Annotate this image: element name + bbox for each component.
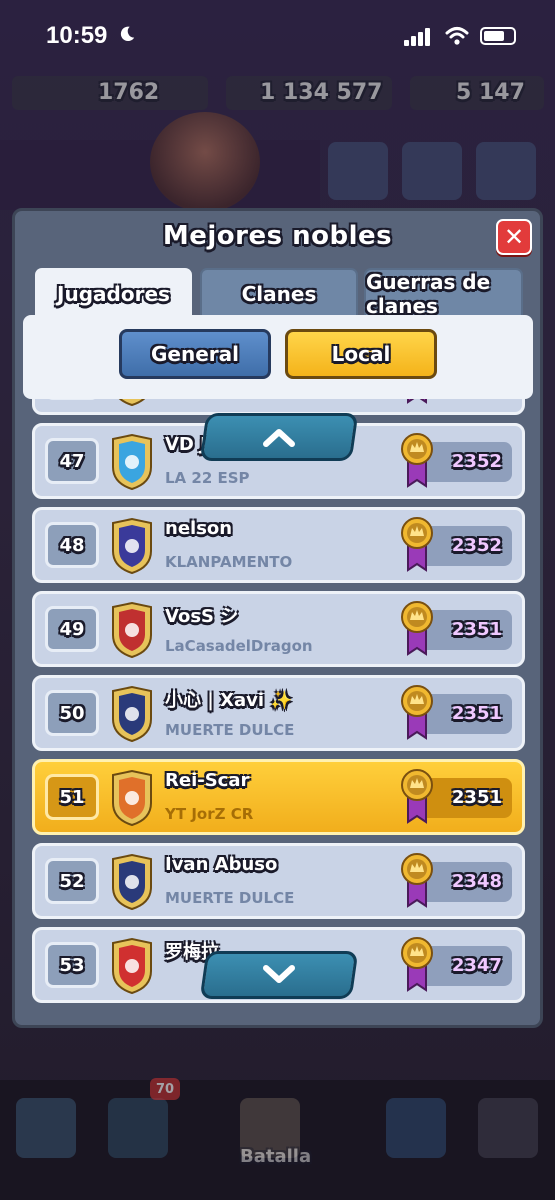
clan-badge-icon xyxy=(112,937,152,995)
clan-name: YT JorZ CR xyxy=(165,805,254,823)
medal-icon xyxy=(401,937,433,992)
score-value: 2352 xyxy=(451,535,502,556)
score-value: 2351 xyxy=(451,787,502,808)
my-player-row[interactable]: 51 Rei-Scar YT JorZ CR 2351 xyxy=(32,759,525,835)
general-filter-button[interactable]: General xyxy=(119,329,271,379)
clan-name: MUERTE DULCE xyxy=(165,889,295,907)
clan-name: LA 22 ESP xyxy=(165,469,250,487)
clan-name: MUERTE DULCE xyxy=(165,721,295,739)
tab-clans-label: Clanes xyxy=(241,282,317,306)
wifi-icon xyxy=(445,27,469,45)
score-value: 2351 xyxy=(451,619,502,640)
close-icon: ✕ xyxy=(503,223,525,251)
tab-players[interactable]: Jugadores xyxy=(35,268,192,320)
rank-number: 50 xyxy=(45,690,99,736)
rank-number: 49 xyxy=(45,606,99,652)
score-value: 2348 xyxy=(451,871,502,892)
player-row[interactable]: 49 VosS シ LaCasadelDragon 2351 xyxy=(32,591,525,667)
champion-portrait xyxy=(150,112,260,212)
gems-count: 5 147 xyxy=(456,80,525,105)
player-name: Rei-Scar xyxy=(165,770,250,791)
cards-badge: 70 xyxy=(150,1078,180,1100)
trophy-count: 1762 xyxy=(98,80,160,105)
player-name: 小心 | Xavi ✨ xyxy=(165,690,293,711)
score-box: 2352 xyxy=(401,517,512,572)
medal-icon xyxy=(401,685,433,740)
score-value: 2347 xyxy=(451,955,502,976)
medal-icon xyxy=(401,517,433,572)
score-box: 2351 xyxy=(401,601,512,656)
tab-clans[interactable]: Clanes xyxy=(200,268,358,320)
signal-icon xyxy=(404,28,430,46)
player-row[interactable]: 48 nelson KLANPAMENTO 2352 xyxy=(32,507,525,583)
medal-icon xyxy=(401,853,433,908)
rank-number: 51 xyxy=(45,774,99,820)
clan-badge-icon xyxy=(112,433,152,491)
filter-panel: General Local xyxy=(23,315,533,399)
medal-icon xyxy=(401,601,433,656)
clan-badge-icon xyxy=(112,517,152,575)
battle-tab-label: Batalla xyxy=(240,1146,312,1167)
score-box: 2347 xyxy=(401,937,512,992)
dialog-title: Mejores nobles xyxy=(162,221,393,251)
tab-clan-wars-label: Guerras de clanes xyxy=(366,270,491,318)
player-row[interactable]: 50 小心 | Xavi ✨ MUERTE DULCE 2351 xyxy=(32,675,525,751)
rank-number: 53 xyxy=(45,942,99,988)
leaderboard-list[interactable]: 46 Carlos TeJeN I YT C 2358 47 VD Junxx … xyxy=(15,391,540,1017)
player-name: VosS シ xyxy=(165,606,239,627)
shop-tab xyxy=(16,1098,76,1158)
rank-number: 47 xyxy=(45,438,99,484)
clan-name: KLANPAMENTO xyxy=(165,553,293,571)
clan-badge-icon xyxy=(112,601,152,659)
leaderboard-dialog: Mejores nobles ✕ Jugadores Clanes Guerra… xyxy=(12,208,543,1028)
tab-bar: Jugadores Clanes Guerras de clanes xyxy=(35,268,523,320)
score-box: 2351 xyxy=(401,769,512,824)
player-row[interactable]: 52 Ivan Abuso MUERTE DULCE 2348 xyxy=(32,843,525,919)
events-tab xyxy=(478,1098,538,1158)
news-button xyxy=(402,142,462,200)
clan-name: LaCasadelDragon xyxy=(165,637,313,655)
status-time: 10:59 xyxy=(46,22,108,49)
scroll-up-button[interactable] xyxy=(199,413,359,461)
score-box: 2348 xyxy=(401,853,512,908)
chevron-up-icon xyxy=(263,429,295,447)
local-filter-button[interactable]: Local xyxy=(285,329,437,379)
rank-number: 52 xyxy=(45,858,99,904)
tab-clan-wars[interactable]: Guerras de clanes xyxy=(364,268,523,320)
tab-players-label: Jugadores xyxy=(57,282,170,306)
gold-count: 1 134 577 xyxy=(260,80,383,105)
player-name: Ivan Abuso xyxy=(165,854,278,875)
rank-number: 48 xyxy=(45,522,99,568)
scroll-down-button[interactable] xyxy=(199,951,359,999)
score-box: 2351 xyxy=(401,685,512,740)
score-value: 2352 xyxy=(451,451,502,472)
clan-badge-icon xyxy=(112,853,152,911)
status-bar: 10:59 xyxy=(0,0,555,72)
cards-tab xyxy=(108,1098,168,1158)
social-tab xyxy=(386,1098,446,1158)
score-box: 2352 xyxy=(401,433,512,488)
medal-icon xyxy=(401,769,433,824)
friends-button xyxy=(328,142,388,200)
moon-icon xyxy=(120,26,135,42)
menu-button xyxy=(476,142,536,200)
close-button[interactable]: ✕ xyxy=(496,219,532,255)
score-value: 2351 xyxy=(451,703,502,724)
clan-badge-icon xyxy=(112,769,152,827)
player-name: nelson xyxy=(165,518,233,539)
medal-icon xyxy=(401,433,433,488)
clan-badge-icon xyxy=(112,685,152,743)
chevron-down-icon xyxy=(263,965,295,983)
battery-icon xyxy=(480,27,516,45)
